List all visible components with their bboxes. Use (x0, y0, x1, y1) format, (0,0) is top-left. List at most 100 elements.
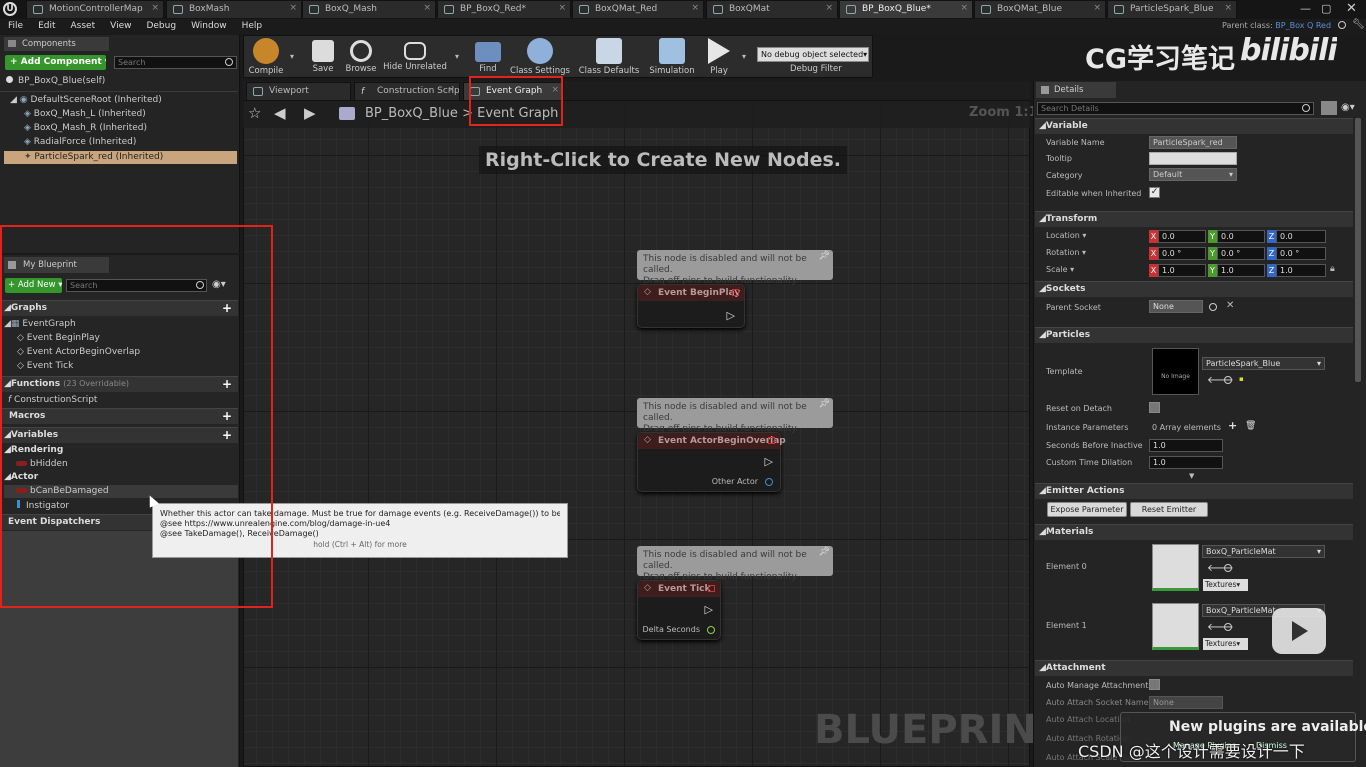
rotation-label[interactable]: Rotation ▾ (1046, 248, 1086, 257)
location-z-input[interactable]: 0.0 (1276, 230, 1326, 243)
close-icon[interactable]: × (423, 3, 431, 13)
close-icon[interactable]: × (825, 3, 833, 13)
event-beginplay-node[interactable]: Event BeginPlay ◇ ▷ (637, 284, 745, 328)
rotation-x-input[interactable]: 0.0 ° (1158, 247, 1206, 260)
class-settings-button[interactable]: Class Settings (509, 36, 571, 77)
scale-label[interactable]: Scale ▾ (1046, 265, 1074, 274)
debug-object-select[interactable]: No debug object selected▾ (757, 47, 869, 62)
variable-name-input[interactable]: ParticleSpark_red (1149, 136, 1237, 149)
doc-tab-0[interactable]: MotionControllerMap × (26, 0, 164, 18)
close-icon[interactable]: × (1093, 3, 1101, 13)
scale-z-input[interactable]: 1.0 (1276, 264, 1326, 277)
menu-asset[interactable]: Asset (71, 21, 96, 31)
expand-icon[interactable]: ▪ (1239, 375, 1244, 383)
wrench-icon[interactable]: 🔧︎ (1352, 19, 1365, 30)
scale-y-input[interactable]: 1.0 (1217, 264, 1265, 277)
close-icon[interactable]: × (691, 3, 699, 13)
exec-pin-icon[interactable]: ▷ (727, 309, 735, 322)
sockets-section-header[interactable]: ◢Sockets (1035, 281, 1353, 297)
custom-time-dilation-input[interactable]: 1.0 (1149, 456, 1223, 469)
components-search-input[interactable]: Search (114, 56, 237, 69)
compile-dropdown-icon[interactable]: ▾ (290, 52, 294, 61)
textures-dropdown[interactable]: Textures▾ (1203, 579, 1248, 591)
star-icon[interactable]: ☆ (248, 104, 261, 122)
close-window-button[interactable]: ✕ (1346, 1, 1357, 16)
attachment-section-header[interactable]: ◢Attachment (1035, 660, 1353, 676)
close-icon[interactable]: × (558, 3, 566, 13)
component-item-selected[interactable]: ✦ ParticleSpark_red (Inherited) (4, 151, 237, 164)
menu-help[interactable]: Help (242, 21, 263, 31)
tooltip-input[interactable] (1149, 152, 1237, 165)
delegate-pin-icon[interactable] (768, 437, 775, 444)
auto-socket-input[interactable]: None (1149, 696, 1223, 709)
menu-view[interactable]: View (110, 21, 131, 31)
hide-unrelated-dropdown-icon[interactable]: ▾ (455, 52, 459, 61)
reset-emitter-button[interactable]: Reset Emitter (1130, 502, 1208, 517)
scale-x-input[interactable]: 1.0 (1158, 264, 1206, 277)
components-tab[interactable]: Components (4, 37, 109, 51)
close-icon[interactable]: × (960, 3, 968, 13)
close-icon[interactable]: × (1224, 3, 1232, 13)
eye-icon[interactable]: ◉▾ (1341, 102, 1355, 113)
add-element-icon[interactable]: + (1228, 419, 1237, 432)
play-dropdown-icon[interactable]: ▾ (742, 52, 746, 61)
expose-parameter-button[interactable]: Expose Parameter (1047, 502, 1127, 517)
hide-unrelated-button[interactable]: Hide Unrelated (383, 36, 447, 77)
event-actorbeginoverlap-node[interactable]: Event ActorBeginOverlap ◇ ▷ Other Actor (637, 432, 786, 492)
ue-logo-icon[interactable]: U (3, 2, 17, 16)
particles-section-header[interactable]: ◢Particles (1035, 327, 1353, 343)
browse-search-icon[interactable] (1224, 564, 1232, 572)
template-thumbnail[interactable]: No Image (1152, 348, 1199, 395)
location-label[interactable]: Location ▾ (1046, 231, 1086, 240)
event-tick-node[interactable]: Event Tick ◇ ▷ Delta Seconds (637, 580, 721, 640)
forward-arrow-icon[interactable]: ▶ (304, 104, 316, 122)
material-0-thumbnail[interactable] (1152, 544, 1199, 591)
textures-dropdown[interactable]: Textures▾ (1203, 638, 1248, 650)
lock-icon[interactable]: 🔒︎ (1330, 264, 1335, 274)
exec-pin-icon[interactable]: ▷ (705, 603, 713, 616)
breadcrumb-root[interactable]: BP_BoxQ_Blue (365, 106, 458, 121)
transform-section-header[interactable]: ◢Transform (1035, 211, 1353, 227)
add-component-button[interactable]: + Add Component ▾ (5, 55, 106, 70)
parent-class-value[interactable]: BP_Box Q Red (1275, 21, 1331, 30)
reset-on-detach-checkbox[interactable] (1149, 402, 1160, 413)
trash-icon[interactable]: 🗑︎ (1245, 421, 1256, 431)
rotation-y-input[interactable]: 0.0 ° (1217, 247, 1265, 260)
browse-search-icon[interactable] (1224, 376, 1232, 384)
doc-tab-3[interactable]: BP_BoxQ_Red* × (437, 0, 571, 18)
minimize-button[interactable]: — (1300, 2, 1311, 15)
doc-tab-5[interactable]: BoxQMat × (706, 0, 838, 18)
component-item[interactable]: ◢ ◉ DefaultSceneRoot (Inherited) (10, 95, 162, 105)
material-1-thumbnail[interactable] (1152, 603, 1199, 650)
component-self[interactable]: BP_BoxQ_Blue(self) (6, 76, 105, 86)
doc-tab-1[interactable]: BoxMash × (166, 0, 302, 18)
construction-script-tab[interactable]: f Construction Scrip × (354, 82, 460, 100)
component-item[interactable]: ◈ RadialForce (Inherited) (24, 137, 136, 147)
simulation-button[interactable]: Simulation (648, 36, 696, 77)
parent-socket-input[interactable]: None (1149, 300, 1203, 313)
find-button[interactable]: Find (469, 36, 507, 77)
location-x-input[interactable]: 0.0 (1158, 230, 1206, 243)
details-search-input[interactable]: Search Details (1037, 102, 1314, 115)
template-select[interactable]: ParticleSpark_Blue ▾ (1202, 357, 1325, 370)
browse-search-icon[interactable] (1224, 623, 1232, 631)
close-icon[interactable]: × (447, 85, 455, 95)
component-item[interactable]: ◈ BoxQ_Mash_L (Inherited) (24, 109, 146, 119)
save-button[interactable]: Save (305, 36, 341, 77)
auto-manage-checkbox[interactable] (1149, 679, 1160, 690)
viewport-tab[interactable]: Viewport (246, 82, 351, 100)
doc-tab-6[interactable]: BP_BoxQ_Blue* × (839, 0, 973, 18)
delegate-pin-icon[interactable] (732, 289, 739, 296)
graph-canvas[interactable] (243, 100, 1030, 767)
menu-window[interactable]: Window (191, 21, 227, 31)
advanced-expand-icon[interactable]: ▼ (1189, 472, 1194, 480)
variable-section-header[interactable]: ◢Variable (1035, 118, 1353, 134)
doc-tab-4[interactable]: BoxQMat_Red × (572, 0, 704, 18)
property-matrix-icon[interactable] (1321, 101, 1337, 115)
component-item[interactable]: ◈ BoxQ_Mash_R (Inherited) (24, 123, 147, 133)
browse-button[interactable]: Browse (342, 36, 380, 77)
material-0-select[interactable]: BoxQ_ParticleMat ▾ (1202, 545, 1325, 558)
search-icon[interactable] (1209, 303, 1217, 311)
back-arrow-icon[interactable]: ◀ (274, 104, 286, 122)
emitter-actions-section-header[interactable]: ◢Emitter Actions (1035, 483, 1353, 499)
